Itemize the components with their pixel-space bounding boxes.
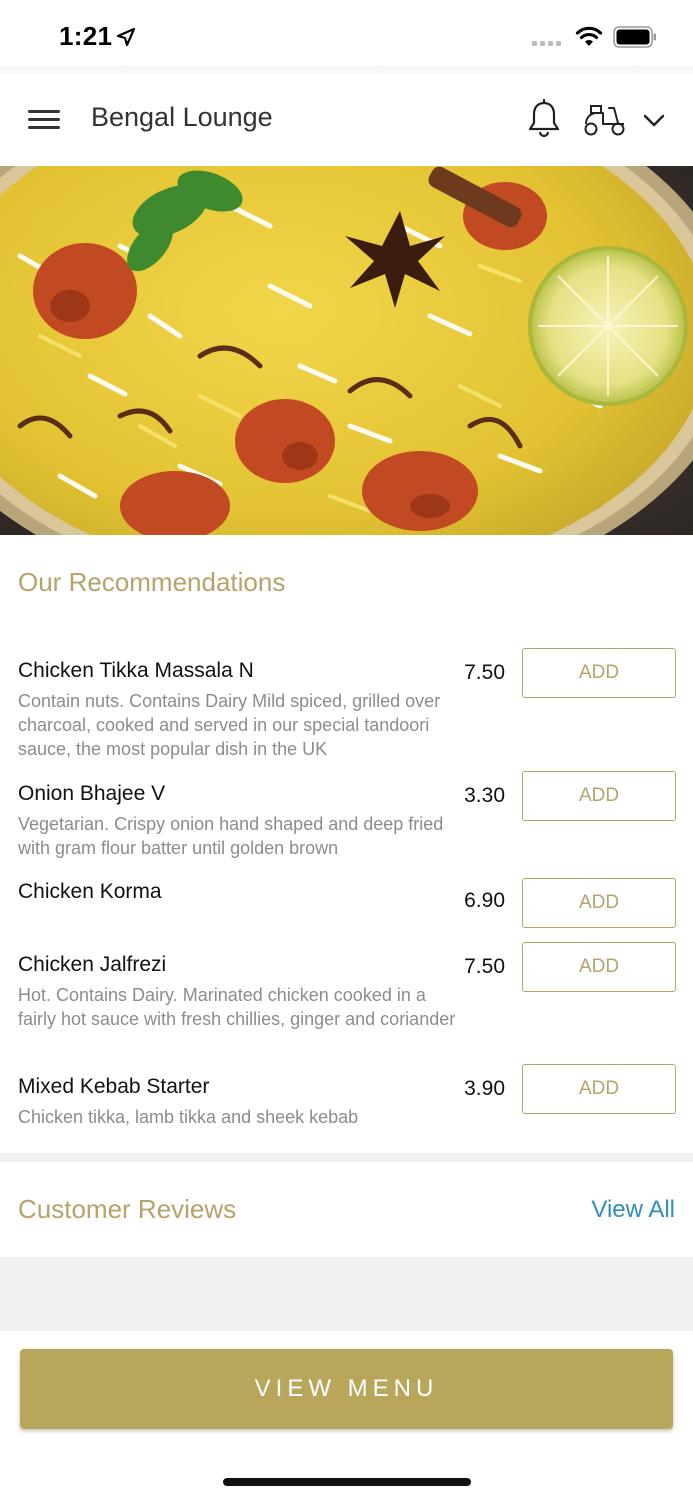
add-button[interactable]: ADD bbox=[522, 942, 676, 992]
item-name: Mixed Kebab Starter bbox=[18, 1075, 210, 1098]
home-indicator bbox=[223, 1478, 471, 1486]
section-divider bbox=[0, 1153, 693, 1162]
view-menu-button[interactable]: VIEW MENU bbox=[20, 1349, 673, 1429]
signal-icon bbox=[532, 28, 561, 46]
item-description: Chicken tikka, lamb tikka and sheek keba… bbox=[18, 1107, 359, 1127]
status-bar: 1:21 bbox=[0, 0, 693, 74]
item-price: 3.30 bbox=[464, 784, 505, 807]
item-price: 3.90 bbox=[464, 1077, 505, 1100]
hero-food-image bbox=[0, 166, 693, 535]
item-name: Chicken Jalfrezi bbox=[18, 953, 167, 976]
battery-icon bbox=[613, 26, 656, 48]
chevron-down-icon[interactable] bbox=[641, 108, 667, 132]
hamburger-menu-icon[interactable] bbox=[28, 104, 62, 134]
wifi-icon bbox=[575, 26, 603, 46]
bell-icon[interactable] bbox=[526, 99, 562, 139]
location-arrow-icon bbox=[116, 27, 136, 47]
view-all-link[interactable]: View All bbox=[591, 1196, 675, 1224]
item-description: Vegetarian. Crispy onion hand shaped and… bbox=[18, 814, 444, 858]
item-price: 7.50 bbox=[464, 661, 505, 684]
app-header: Bengal Lounge bbox=[0, 74, 693, 166]
item-name: Chicken Korma bbox=[18, 880, 162, 903]
item-price: 7.50 bbox=[464, 955, 505, 978]
item-description: Contain nuts. Contains Dairy Mild spiced… bbox=[18, 691, 441, 759]
status-time: 1:21 bbox=[59, 21, 113, 51]
reviews-title: Customer Reviews bbox=[18, 1194, 237, 1224]
item-price: 6.90 bbox=[464, 889, 505, 912]
add-button[interactable]: ADD bbox=[522, 878, 676, 928]
item-name: Chicken Tikka Massala N bbox=[18, 659, 254, 682]
add-button[interactable]: ADD bbox=[522, 771, 676, 821]
add-button[interactable]: ADD bbox=[522, 1064, 676, 1114]
item-name: Onion Bhajee V bbox=[18, 782, 166, 805]
recommendations-title: Our Recommendations bbox=[18, 567, 286, 597]
scooter-delivery-icon[interactable] bbox=[583, 102, 627, 138]
restaurant-title: Bengal Lounge bbox=[91, 102, 273, 132]
item-description: Hot. Contains Dairy. Marinated chicken c… bbox=[18, 985, 456, 1029]
add-button[interactable]: ADD bbox=[522, 648, 676, 698]
reviews-placeholder bbox=[0, 1257, 693, 1331]
